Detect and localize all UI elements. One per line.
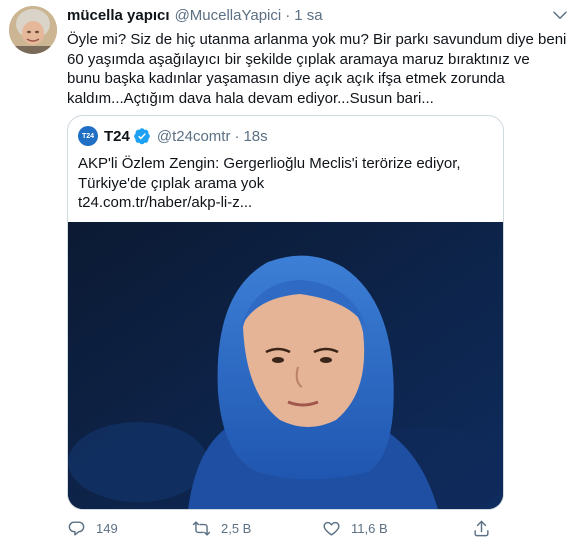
quoted-tweet-text: AKP'li Özlem Zengin: Gergerlioğlu Meclis…	[78, 154, 498, 213]
more-icon[interactable]	[549, 5, 571, 27]
quoted-link[interactable]: t24.com.tr/haber/akp-li-z...	[78, 193, 498, 213]
quoted-tweet-header: T24 T24 @t24comtr · 18s	[78, 125, 268, 147]
verified-icon	[133, 127, 151, 145]
like-button[interactable]: 11,6 B	[322, 516, 388, 540]
retweet-count: 2,5 B	[221, 520, 252, 536]
retweet-button[interactable]: 2,5 B	[192, 516, 251, 540]
reply-button[interactable]: 149	[67, 516, 118, 540]
separator: ·	[285, 7, 291, 24]
retweet-icon	[192, 519, 211, 538]
avatar[interactable]	[9, 6, 57, 54]
reply-icon	[67, 519, 86, 538]
share-icon	[472, 519, 491, 538]
quoted-text: AKP'li Özlem Zengin: Gergerlioğlu Meclis…	[78, 155, 461, 192]
like-count: 11,6 B	[351, 520, 388, 536]
handle[interactable]: @MucellaYapici	[175, 7, 282, 24]
tweet-header: mücella yapıcı @MucellaYapici · 1 sa	[67, 7, 562, 27]
share-button[interactable]	[472, 516, 501, 540]
quoted-timestamp: 18s	[243, 127, 268, 145]
like-icon	[322, 519, 341, 538]
tweet-text: Öyle mi? Siz de hiç utanma arlanma yok m…	[67, 31, 567, 107]
quoted-handle: @t24comtr	[156, 127, 231, 145]
display-name[interactable]: mücella yapıcı	[67, 7, 170, 24]
tweet[interactable]: mücella yapıcı @MucellaYapici · 1 sa Öyl…	[0, 0, 582, 551]
action-bar: 149 2,5 B 11,6 B	[67, 516, 507, 540]
quoted-image[interactable]	[68, 222, 503, 509]
reply-count: 149	[96, 520, 118, 536]
quoted-avatar: T24	[78, 126, 98, 146]
quoted-display-name: T24	[104, 127, 130, 145]
quoted-separator: ·	[234, 127, 240, 145]
quoted-tweet[interactable]: T24 T24 @t24comtr · 18s AKP'li Özlem Zen…	[67, 115, 504, 510]
timestamp[interactable]: 1 sa	[294, 7, 322, 24]
